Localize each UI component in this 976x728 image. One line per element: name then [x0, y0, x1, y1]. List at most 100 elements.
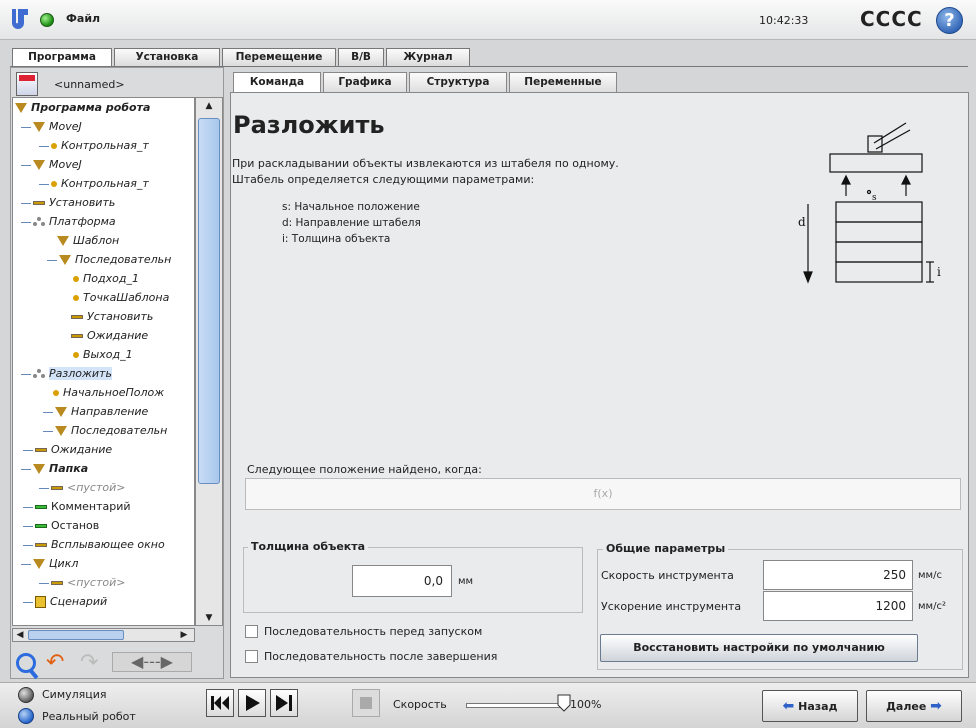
seq-after-label: Последовательность после завершения	[264, 650, 498, 663]
tab-program[interactable]: Программа	[12, 48, 112, 68]
tool-speed-input[interactable]: 250	[763, 560, 913, 590]
description-line: Штабель определяется следующими параметр…	[232, 173, 535, 186]
diagram-label-i: i	[937, 265, 941, 279]
tree-node-depallet[interactable]: Разложить	[21, 364, 112, 383]
scrollbar-thumb[interactable]	[198, 118, 220, 484]
tree-node-wait[interactable]: Ожидание	[23, 440, 112, 459]
set-icon	[71, 315, 83, 319]
scroll-down-icon[interactable]: ▼	[200, 612, 218, 624]
triangle-icon	[55, 426, 67, 436]
condition-expression-field[interactable]: f(x)	[245, 478, 961, 510]
help-icon[interactable]: ?	[936, 7, 963, 34]
tab-graphics[interactable]: Графика	[323, 72, 407, 92]
scroll-up-icon[interactable]: ▲	[200, 100, 218, 112]
robot-name: CCCC	[860, 7, 923, 31]
header-bar	[0, 0, 976, 40]
tool-accel-unit: мм/с²	[918, 601, 946, 612]
ur-logo-icon	[12, 9, 28, 29]
tree-node-folder[interactable]: Папка	[21, 459, 88, 478]
thickness-input[interactable]: 0,0	[352, 565, 452, 597]
simulation-radio[interactable]	[18, 687, 34, 703]
real-robot-radio[interactable]	[18, 708, 34, 724]
script-icon	[35, 596, 46, 608]
tree-node-pattern[interactable]: Шаблон	[57, 231, 119, 250]
general-params-title: Общие параметры	[603, 542, 729, 555]
back-button[interactable]: ⬅ Назад	[762, 690, 858, 722]
step-icon	[276, 695, 292, 711]
tab-log[interactable]: Журнал	[386, 48, 470, 66]
triangle-icon	[57, 236, 69, 246]
tree-node-direction[interactable]: Направление	[43, 402, 148, 421]
waypoint-icon	[51, 143, 57, 149]
param-thickness: i: Толщина объекта	[282, 233, 391, 245]
scroll-left-icon[interactable]: ◀	[14, 629, 26, 641]
tree-node-script[interactable]: Сценарий	[23, 592, 107, 611]
arrow-right-icon: ➡	[930, 698, 942, 714]
triangle-icon	[33, 160, 45, 170]
arrow-left-icon: ⬅	[782, 698, 795, 714]
tool-accel-input[interactable]: 1200	[763, 591, 913, 621]
triangle-icon	[59, 255, 71, 265]
tree-node-waypoint[interactable]: Контрольная_т	[39, 136, 149, 155]
tree-node-sequence[interactable]: Последовательн	[47, 250, 171, 269]
wait-icon	[35, 448, 47, 452]
seq-before-checkbox[interactable]	[245, 625, 258, 638]
tab-installation[interactable]: Установка	[114, 48, 220, 66]
tree-node-empty[interactable]: <пустой>	[39, 573, 125, 592]
tree-node-approach[interactable]: Подход_1	[73, 269, 139, 288]
description-line: При раскладывании объекты извлекаются из…	[232, 157, 619, 170]
thickness-group-title: Толщина объекта	[248, 540, 369, 553]
tool-accel-label: Ускорение инструмента	[601, 600, 742, 613]
hscroll-thumb[interactable]	[28, 630, 124, 640]
comment-icon	[35, 505, 47, 509]
tree-node-popup[interactable]: Всплывающее окно	[23, 535, 165, 554]
tree-node-halt[interactable]: Останов	[23, 516, 99, 535]
tool-speed-label: Скорость инструмента	[601, 569, 734, 582]
scroll-right-icon[interactable]: ▶	[178, 629, 190, 641]
program-tree[interactable]: Программа робота MoveJ Контрольная_т Mov…	[12, 97, 195, 626]
speed-value: 100%	[570, 698, 602, 711]
undo-icon[interactable]: ↶	[46, 650, 64, 675]
waypoint-icon	[53, 390, 59, 396]
tree-node-movej[interactable]: MoveJ	[21, 155, 82, 174]
tree-node-start-position[interactable]: НачальноеПолож	[53, 383, 164, 402]
skip-back-button[interactable]	[206, 689, 234, 717]
tree-node-wait[interactable]: Ожидание	[71, 326, 148, 345]
tree-node-set[interactable]: Установить	[71, 307, 153, 326]
program-name: <unnamed>	[54, 78, 125, 91]
tree-node-exit[interactable]: Выход_1	[73, 345, 133, 364]
set-icon	[51, 486, 63, 490]
tab-structure[interactable]: Структура	[409, 72, 507, 92]
tree-node-comment[interactable]: Комментарий	[23, 497, 131, 516]
tab-variables[interactable]: Переменные	[509, 72, 617, 92]
tree-node-loop[interactable]: Цикл	[21, 554, 78, 573]
tree-node-sequence[interactable]: Последовательн	[43, 421, 167, 440]
tree-node-pallet[interactable]: Платформа	[21, 212, 116, 231]
waypoint-icon	[73, 352, 79, 358]
tree-node-empty[interactable]: <пустой>	[39, 478, 125, 497]
stop-button[interactable]	[352, 689, 380, 717]
tab-io[interactable]: В/В	[338, 48, 384, 66]
set-icon	[33, 201, 45, 205]
speed-slider[interactable]	[466, 703, 566, 708]
play-button[interactable]	[238, 689, 266, 717]
speed-slider-thumb[interactable]	[557, 694, 571, 712]
pallet-icon	[33, 369, 45, 379]
seq-after-checkbox[interactable]	[245, 650, 258, 663]
tree-node-pattern-point[interactable]: ТочкаШаблона	[73, 288, 169, 307]
depallet-diagram: s d i	[798, 122, 941, 284]
next-button[interactable]: Далее ➡	[866, 690, 962, 722]
move-node-icon[interactable]: ◀‑‑‑▶	[112, 652, 192, 672]
tab-move[interactable]: Перемещение	[222, 48, 336, 66]
tree-node-robot-program[interactable]: Программа робота	[15, 98, 150, 117]
reset-defaults-button[interactable]: Восстановить настройки по умолчанию	[600, 634, 918, 662]
program-file-icon[interactable]	[16, 72, 38, 96]
redo-icon[interactable]: ↷	[80, 650, 98, 675]
step-button[interactable]	[270, 689, 298, 717]
tab-command[interactable]: Команда	[233, 72, 321, 94]
file-menu[interactable]: Файл	[66, 12, 100, 25]
tree-node-set[interactable]: Установить	[21, 193, 115, 212]
tree-node-movej[interactable]: MoveJ	[21, 117, 82, 136]
triangle-icon	[33, 122, 45, 132]
tree-node-waypoint[interactable]: Контрольная_т	[39, 174, 149, 193]
